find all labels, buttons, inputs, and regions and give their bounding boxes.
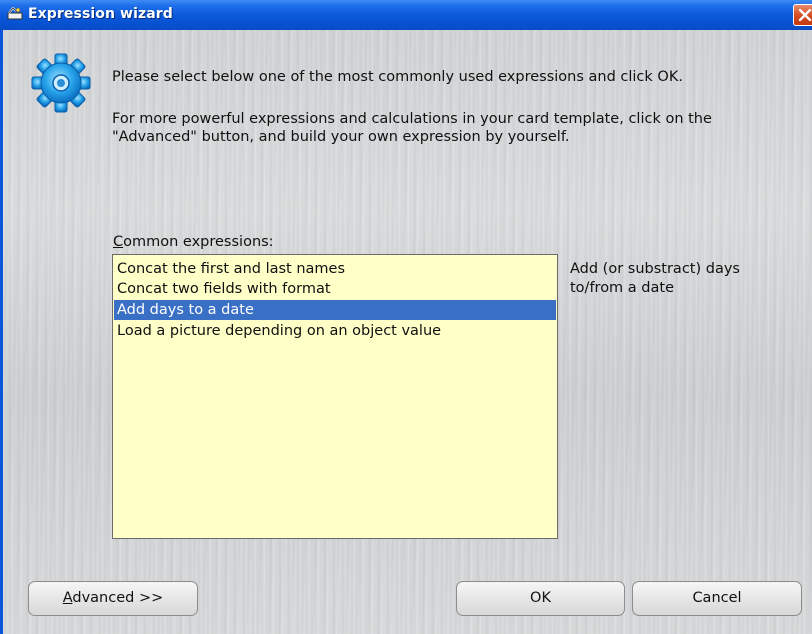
- close-button[interactable]: [793, 4, 812, 26]
- label-text: ommon expressions:: [123, 234, 274, 250]
- expression-wizard-window: Expression wizard Please select below on…: [0, 0, 812, 634]
- advanced-mnemonic: A: [62, 590, 73, 606]
- list-item[interactable]: Concat two fields with format: [114, 279, 556, 299]
- wizard-icon: [7, 6, 23, 21]
- list-item[interactable]: Load a picture depending on an object va…: [114, 321, 556, 341]
- expression-description-line-1: Add (or substract) days: [570, 261, 740, 277]
- label-mnemonic: C: [113, 234, 124, 250]
- gear-icon: [30, 52, 92, 114]
- cancel-button[interactable]: Cancel: [632, 581, 802, 616]
- intro-advanced-line-1: For more powerful expressions and calcul…: [112, 111, 712, 127]
- list-item-selected[interactable]: Add days to a date: [114, 300, 556, 320]
- close-icon: [798, 9, 812, 21]
- intro-instruction: Please select below one of the most comm…: [112, 69, 683, 85]
- expressions-list[interactable]: Concat the first and last names Concat t…: [112, 254, 558, 539]
- list-item[interactable]: Concat the first and last names: [114, 259, 556, 279]
- expression-description-line-2: to/from a date: [570, 280, 674, 296]
- intro-advanced-line-2: "Advanced" button, and build your own ex…: [112, 129, 570, 145]
- advanced-button[interactable]: Advanced >>: [28, 581, 198, 616]
- title-bar[interactable]: Expression wizard: [0, 0, 812, 30]
- common-expressions-label: Common expressions:: [113, 233, 274, 251]
- window-title: Expression wizard: [28, 6, 173, 22]
- ok-button[interactable]: OK: [456, 581, 625, 616]
- advanced-label: dvanced >>: [72, 590, 164, 606]
